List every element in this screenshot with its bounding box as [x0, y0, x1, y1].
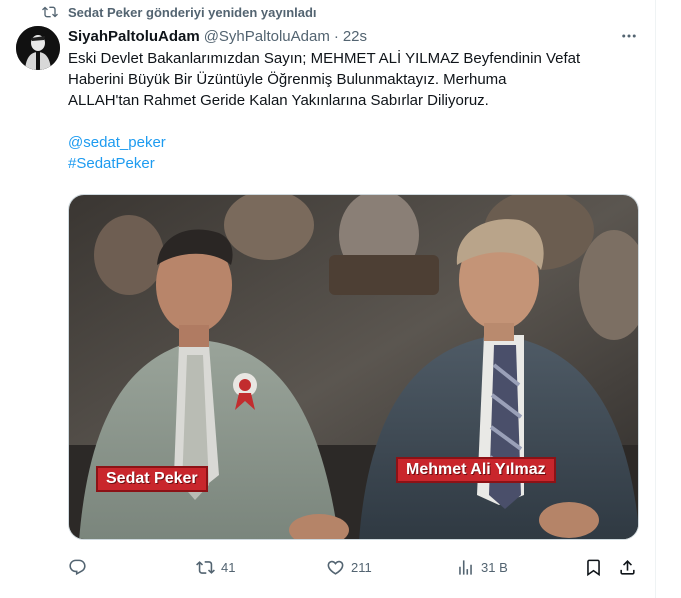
repost-button[interactable]: 41: [196, 556, 235, 578]
tweet-timestamp[interactable]: 22s: [343, 28, 367, 45]
share-button[interactable]: [618, 556, 637, 578]
tweet-text: Eski Devlet Bakanlarımızdan Sayın; MEHME…: [68, 48, 640, 174]
like-count: 211: [351, 559, 372, 575]
share-icon: [620, 559, 635, 575]
repost-context-text: Sedat Peker gönderiyi yeniden yayınladı: [68, 4, 317, 20]
tweet-actions: 41 211 31 B: [68, 556, 640, 578]
avatar-image: [16, 26, 60, 70]
like-button[interactable]: 211: [326, 556, 372, 578]
author-name[interactable]: SiyahPaltoluAdam: [68, 28, 200, 45]
reply-icon: [69, 559, 86, 575]
heart-icon: [327, 560, 344, 575]
bookmark-button[interactable]: [584, 556, 603, 578]
avatar[interactable]: [16, 26, 60, 70]
tweet-header: SiyahPaltoluAdam @SyhPaltoluAdam · 22s: [68, 26, 367, 46]
tweet-text-line: Haberini Büyük Bir Üzüntüyle Öğrenmiş Bu…: [68, 71, 507, 88]
author-handle[interactable]: @SyhPaltoluAdam: [204, 28, 330, 45]
views-count: 31 B: [481, 559, 508, 575]
reply-button[interactable]: [68, 556, 93, 578]
photo-caption-left: Sedat Peker: [96, 466, 208, 492]
photo-caption-right: Mehmet Ali Yılmaz: [396, 457, 556, 483]
bookmark-icon: [587, 559, 600, 576]
repost-icon: [42, 6, 58, 18]
repost-count: 41: [221, 559, 236, 575]
mention-link[interactable]: @sedat_peker: [68, 132, 640, 153]
more-options-button[interactable]: [618, 26, 640, 46]
more-icon: [622, 34, 636, 38]
tweet-text-line: ALLAH'tan Rahmet Geride Kalan Yakınların…: [68, 92, 489, 109]
repost-icon: [196, 560, 215, 574]
repost-context[interactable]: Sedat Peker gönderiyi yeniden yayınladı: [42, 3, 317, 21]
header-separator: ·: [333, 27, 339, 45]
tweet-text-line: Eski Devlet Bakanlarımızdan Sayın; MEHME…: [68, 50, 581, 67]
views-button[interactable]: 31 B: [456, 556, 508, 578]
views-icon: [459, 559, 472, 575]
hashtag-link[interactable]: #SedatPeker: [68, 153, 640, 174]
tweet-media-photo[interactable]: Sedat Peker Mehmet Ali Yılmaz: [68, 194, 639, 540]
tweet[interactable]: Sedat Peker gönderiyi yeniden yayınladı …: [0, 0, 656, 598]
